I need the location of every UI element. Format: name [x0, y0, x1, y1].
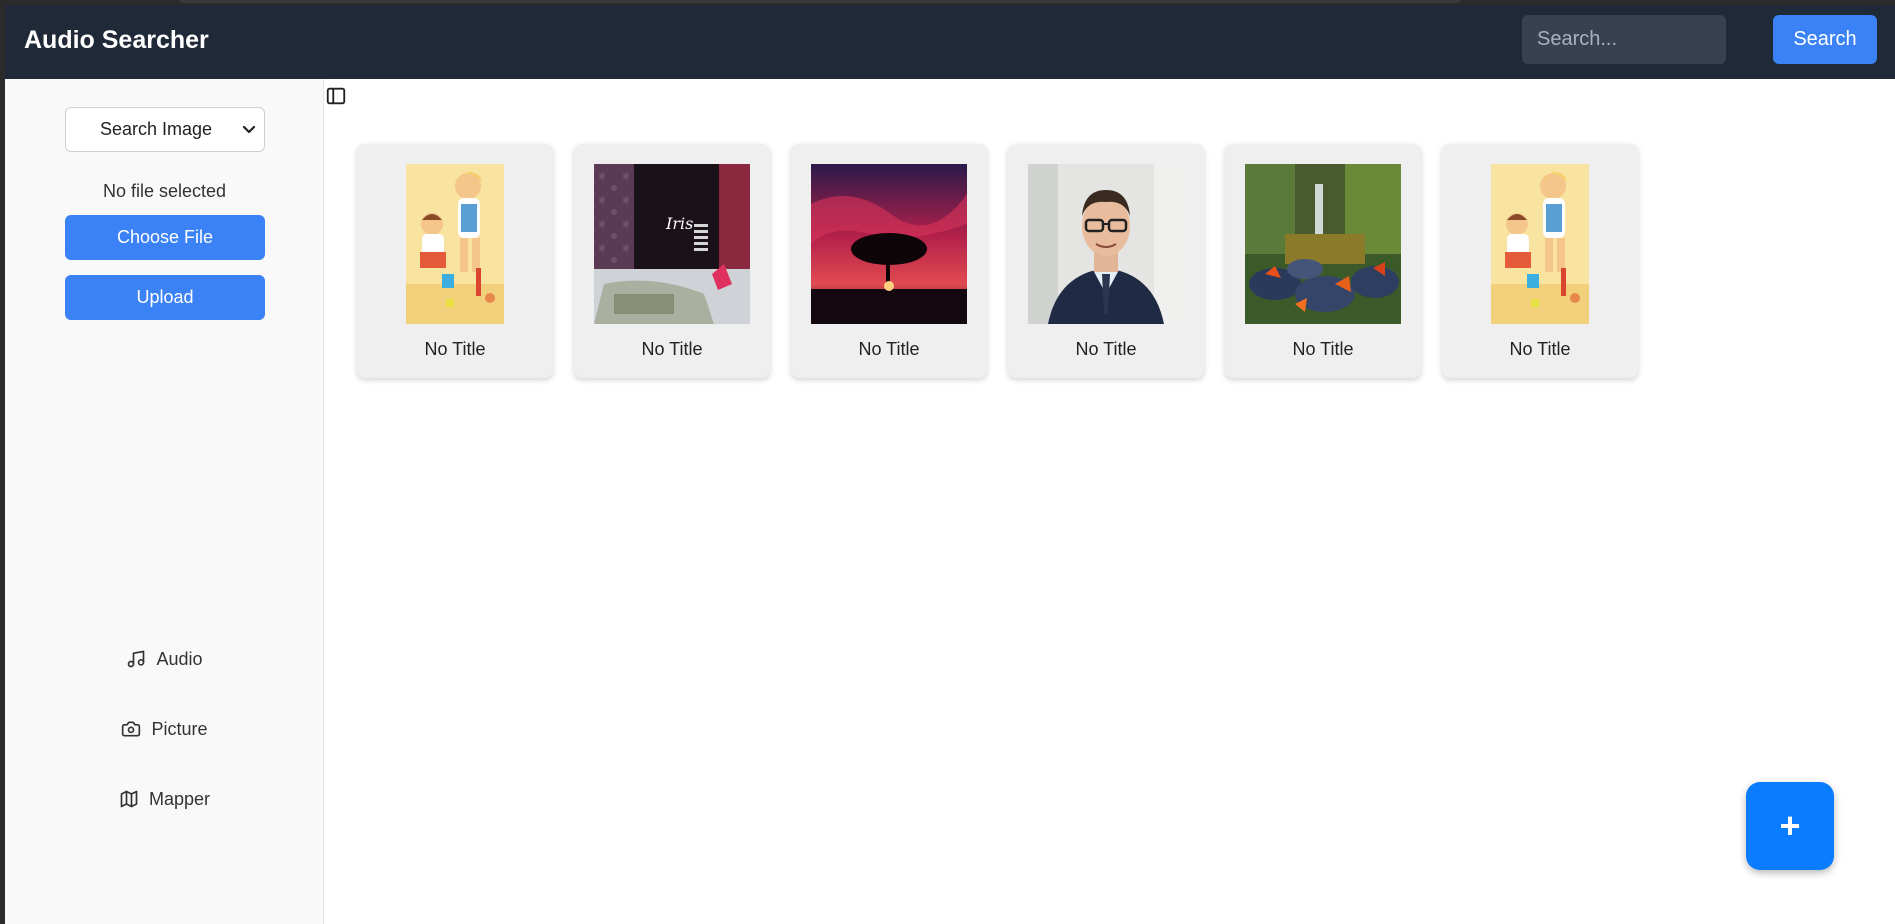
gallery-card[interactable]: No Title — [1008, 144, 1204, 378]
search-button[interactable]: Search — [1773, 15, 1877, 64]
nav-item-mapper-label: Mapper — [148, 788, 211, 809]
nav-item-picture-label: Picture — [151, 718, 208, 739]
gallery-card[interactable]: No Title — [357, 144, 553, 378]
camera-icon — [122, 721, 141, 737]
card-caption: No Title — [1292, 339, 1354, 359]
sidebar-toggle-icon[interactable] — [325, 85, 347, 107]
gallery-card[interactable]: Iris No Title — [574, 144, 770, 378]
add-button[interactable]: + — [1746, 782, 1834, 870]
card-image — [1491, 164, 1589, 324]
sidebar: Search Image No file selected Choose Fil… — [5, 79, 324, 924]
search-mode-select[interactable]: Search Image — [65, 107, 265, 152]
nav-item-picture[interactable]: Picture — [5, 712, 324, 746]
map-icon — [120, 790, 138, 808]
gallery-card[interactable]: No Title — [791, 144, 987, 378]
card-image — [1245, 164, 1401, 324]
gallery-card[interactable]: No Title — [1225, 144, 1421, 378]
card-caption: No Title — [858, 339, 920, 359]
music-note-icon — [128, 650, 145, 668]
card-caption: No Title — [1075, 339, 1137, 359]
app-window: Audio Searcher Search Search Image No fi… — [5, 5, 1895, 924]
card-image: Iris — [594, 164, 750, 324]
upload-button[interactable]: Upload — [65, 275, 265, 320]
nav-item-audio-label: Audio — [156, 648, 203, 669]
nav-item-mapper[interactable]: Mapper — [5, 782, 324, 816]
nav-item-audio[interactable]: Audio — [5, 642, 324, 676]
card-caption: No Title — [424, 339, 486, 359]
card-caption: No Title — [641, 339, 703, 359]
search-mode-select-value: Search Image — [99, 119, 213, 139]
app-title: Audio Searcher — [24, 26, 209, 54]
chevron-down-icon — [242, 125, 256, 134]
top-header: Audio Searcher Search — [5, 5, 1895, 79]
card-image — [406, 164, 504, 324]
file-status-text: No file selected — [102, 181, 227, 201]
browser-tab-edge — [180, 0, 1460, 3]
card-caption: No Title — [1509, 339, 1571, 359]
gallery-card[interactable]: No Title — [1442, 144, 1638, 378]
album-text: Iris — [665, 214, 693, 233]
choose-file-button[interactable]: Choose File — [65, 215, 265, 260]
card-image — [1028, 164, 1184, 324]
search-input[interactable] — [1522, 15, 1726, 64]
card-image — [811, 164, 967, 324]
